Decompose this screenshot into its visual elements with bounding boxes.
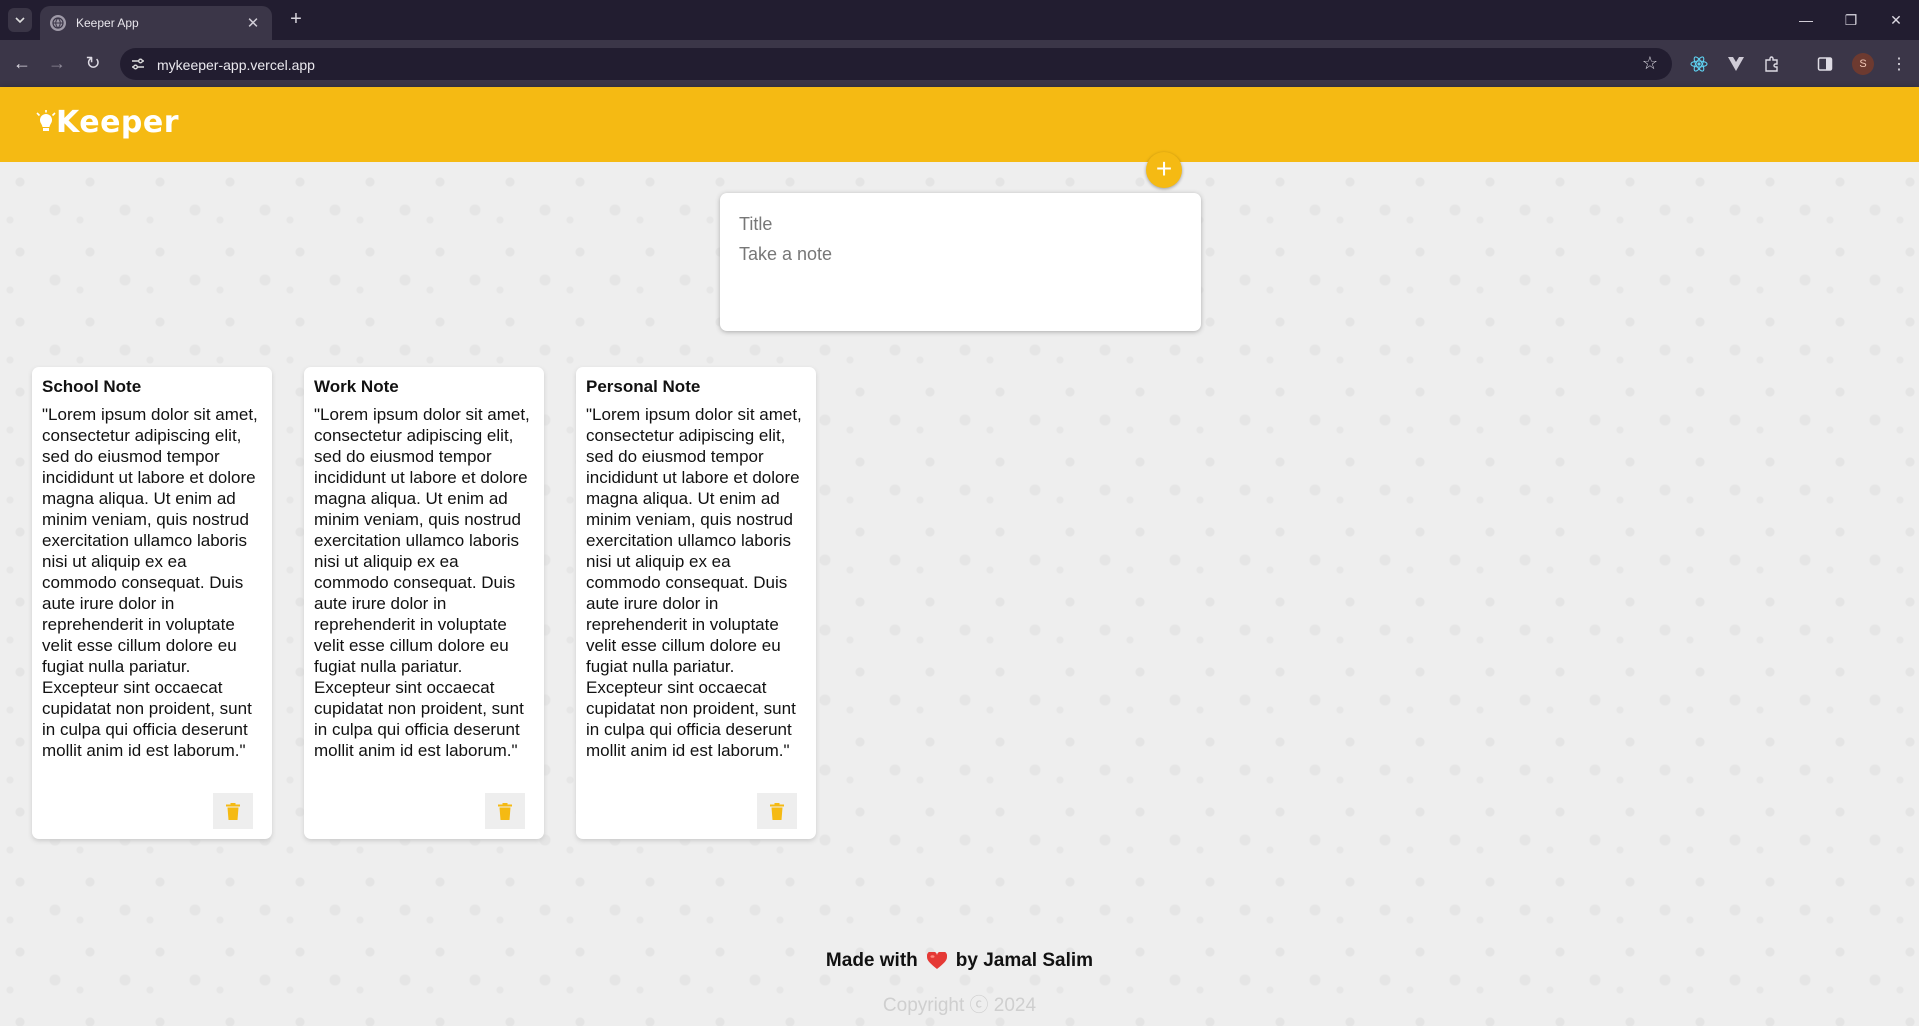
delete-note-button[interactable] <box>213 793 253 829</box>
note-card: School Note "Lorem ipsum dolor sit amet,… <box>32 367 272 839</box>
author-text: by Jamal Salim <box>955 950 1094 971</box>
tab-title: Keeper App <box>76 16 139 30</box>
app-title: Keeper <box>56 105 180 140</box>
note-card: Personal Note "Lorem ipsum dolor sit ame… <box>576 367 816 839</box>
note-title: Work Note <box>314 377 399 396</box>
site-info-icon[interactable] <box>130 56 146 72</box>
trash-icon <box>770 802 784 820</box>
delete-note-button[interactable] <box>757 793 797 829</box>
new-tab-button[interactable]: + <box>284 8 308 32</box>
back-icon[interactable]: ← <box>9 50 35 76</box>
add-note-button[interactable]: + <box>1146 152 1182 188</box>
app-logo[interactable]: Keeper <box>36 105 179 140</box>
browser-toolbar: ← → ↻ mykeeper-app.vercel.app ☆ ⋮ <box>0 40 1919 87</box>
address-bar[interactable]: mykeeper-app.vercel.app ☆ <box>120 48 1672 80</box>
trash-icon <box>498 802 512 820</box>
side-panel-icon[interactable] <box>1814 53 1836 75</box>
globe-icon <box>50 15 66 31</box>
extensions-puzzle-icon[interactable] <box>1761 53 1783 75</box>
note-title: School Note <box>42 377 142 396</box>
trash-icon <box>226 802 240 820</box>
lightbulb-icon <box>36 109 56 131</box>
browser-tab[interactable]: Keeper App ✕ <box>40 6 272 40</box>
note-title-input[interactable]: Title <box>739 214 772 235</box>
heart-icon <box>926 952 947 969</box>
minimize-icon[interactable]: — <box>1788 8 1824 32</box>
vue-devtools-icon[interactable] <box>1725 53 1747 75</box>
restore-icon[interactable]: ❐ <box>1833 8 1869 32</box>
forward-icon[interactable]: → <box>44 50 70 76</box>
note-content-textarea[interactable]: Take a note <box>739 244 832 265</box>
browser-menu-icon[interactable]: ⋮ <box>1888 53 1910 75</box>
main-content: Title Take a note School Note "Lorem ips… <box>0 162 1919 1026</box>
note-content: "Lorem ipsum dolor sit amet, consectetur… <box>314 405 535 760</box>
close-window-icon[interactable]: ✕ <box>1878 8 1914 32</box>
url-text: mykeeper-app.vercel.app <box>157 57 315 73</box>
copyright-text: Copyright ⓒ 2024 <box>882 995 1037 1016</box>
reload-icon[interactable]: ↻ <box>80 50 106 76</box>
browser-tab-bar: Keeper App ✕ + — ❐ ✕ <box>0 0 1919 40</box>
footer: Made with by Jamal Salim <box>0 950 1919 972</box>
made-with-text: Made with <box>825 950 918 971</box>
app-header: Keeper <box>0 87 1919 162</box>
chevron-down-icon <box>15 17 25 24</box>
close-tab-icon[interactable]: ✕ <box>244 14 262 32</box>
profile-avatar[interactable]: S <box>1852 53 1874 75</box>
react-devtools-icon[interactable] <box>1688 53 1710 75</box>
note-content: "Lorem ipsum dolor sit amet, consectetur… <box>586 405 807 760</box>
delete-note-button[interactable] <box>485 793 525 829</box>
bookmark-star-icon[interactable]: ☆ <box>1642 53 1658 74</box>
create-note-form: Title Take a note <box>720 193 1201 331</box>
note-content: "Lorem ipsum dolor sit amet, consectetur… <box>42 405 263 760</box>
footer-credit: Made with by Jamal Salim <box>826 950 1093 972</box>
tab-search-button[interactable] <box>8 8 32 32</box>
note-card: Work Note "Lorem ipsum dolor sit amet, c… <box>304 367 544 839</box>
note-title: Personal Note <box>586 377 701 396</box>
